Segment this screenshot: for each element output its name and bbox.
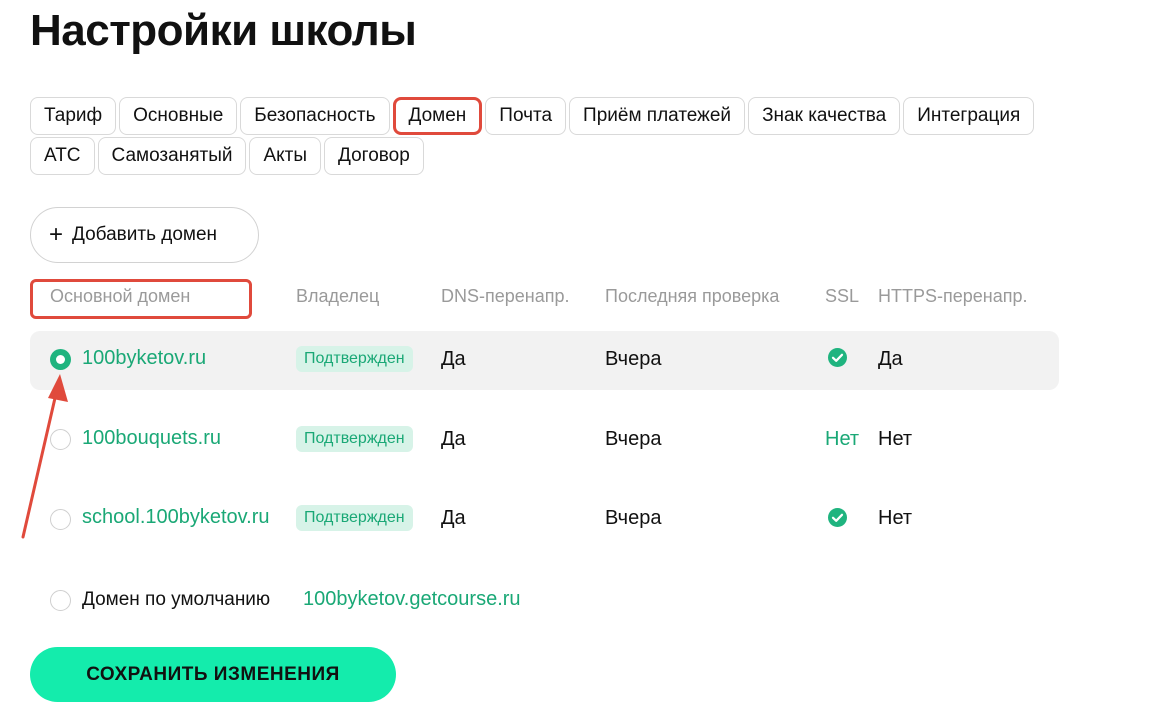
- domain-link[interactable]: school.100byketov.ru: [82, 506, 270, 529]
- header-primary-domain: Основной домен: [50, 286, 191, 306]
- tab-self-employed[interactable]: Самозанятый: [97, 137, 247, 175]
- header-owner: Владелец: [296, 286, 380, 306]
- tab-payments[interactable]: Приём платежей: [569, 97, 746, 135]
- dns-value: Да: [441, 428, 466, 450]
- header-dns: DNS-перенапр.: [441, 286, 570, 306]
- https-value: Нет: [878, 428, 913, 450]
- default-domain-radio[interactable]: [50, 590, 71, 611]
- dns-value: Да: [441, 507, 466, 529]
- status-badge: Подтвержден: [296, 346, 413, 372]
- last-check-value: Вчера: [605, 348, 662, 370]
- status-badge: Подтвержден: [296, 505, 413, 531]
- tab-mail[interactable]: Почта: [485, 97, 567, 135]
- domain-link[interactable]: 100bouquets.ru: [82, 427, 221, 450]
- add-domain-label: Добавить домен: [72, 224, 218, 245]
- status-badge: Подтвержден: [296, 426, 413, 452]
- https-value: Да: [878, 348, 903, 370]
- page-title: Настройки школы: [30, 6, 417, 55]
- header-ssl: SSL: [825, 286, 860, 306]
- settings-tabs: Тариф Основные Безопасность Домен Почта …: [30, 97, 1110, 175]
- tabs-row-1: Тариф Основные Безопасность Домен Почта …: [30, 97, 1110, 135]
- add-domain-button[interactable]: + Добавить домен: [30, 207, 259, 263]
- tab-tariff[interactable]: Тариф: [30, 97, 117, 135]
- tab-security[interactable]: Безопасность: [240, 97, 390, 135]
- tab-acts[interactable]: Акты: [249, 137, 322, 175]
- last-check-value: Вчера: [605, 428, 662, 450]
- dns-value: Да: [441, 348, 466, 370]
- https-value: Нет: [878, 507, 913, 529]
- primary-domain-radio[interactable]: [50, 349, 71, 370]
- tab-domain[interactable]: Домен: [392, 97, 483, 135]
- header-https: HTTPS-перенапр.: [878, 286, 1028, 306]
- tab-general[interactable]: Основные: [119, 97, 238, 135]
- primary-domain-radio[interactable]: [50, 509, 71, 530]
- tabs-row-2: АТС Самозанятый Акты Договор: [30, 137, 1110, 175]
- check-icon: [828, 348, 847, 367]
- tab-contract[interactable]: Договор: [324, 137, 424, 175]
- save-changes-button[interactable]: СОХРАНИТЬ ИЗМЕНЕНИЯ: [30, 647, 396, 702]
- header-last-check: Последняя проверка: [605, 286, 780, 306]
- primary-domain-radio[interactable]: [50, 429, 71, 450]
- check-icon: [828, 508, 847, 527]
- plus-icon: +: [49, 221, 64, 248]
- ssl-value: Нет: [825, 428, 860, 450]
- default-domain-label: Домен по умолчанию: [82, 589, 271, 610]
- tab-integration[interactable]: Интеграция: [903, 97, 1035, 135]
- default-domain-link[interactable]: 100byketov.getcourse.ru: [303, 588, 521, 611]
- domain-link[interactable]: 100byketov.ru: [82, 347, 206, 370]
- tab-ats[interactable]: АТС: [30, 137, 95, 175]
- last-check-value: Вчера: [605, 507, 662, 529]
- tab-quality-mark[interactable]: Знак качества: [748, 97, 901, 135]
